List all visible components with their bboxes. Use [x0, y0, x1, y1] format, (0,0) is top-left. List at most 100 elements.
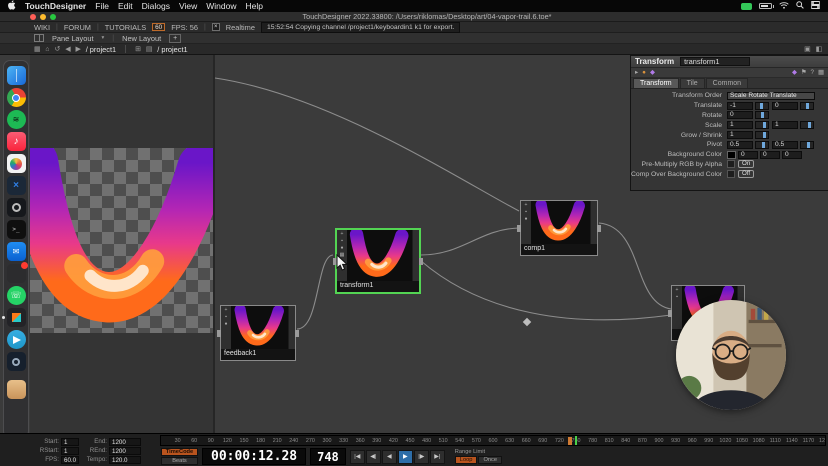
node-flag-rail[interactable]: + ▪ ●: [221, 306, 231, 349]
pivot-x-slider[interactable]: [755, 141, 769, 149]
dock-icon-music[interactable]: ♪: [7, 132, 26, 151]
play-reverse-button[interactable]: ◀: [382, 450, 397, 464]
menu-item-view[interactable]: View: [179, 1, 197, 11]
menu-item-window[interactable]: Window: [206, 1, 236, 11]
params-color-icon[interactable]: ●: [642, 69, 646, 77]
grow-shrink-slider[interactable]: [755, 131, 769, 139]
node-viewer-flag-icon[interactable]: +: [676, 287, 679, 293]
background-color-swatch[interactable]: [727, 151, 736, 159]
bg-r-field[interactable]: 0: [738, 151, 758, 159]
menu-app-name[interactable]: TouchDesigner: [25, 1, 86, 11]
node-feedback1[interactable]: + ▪ ● feedback1: [220, 305, 296, 361]
dock-icon-obs[interactable]: [7, 198, 26, 217]
loop-button[interactable]: Loop: [455, 456, 478, 464]
breadcrumb-path-left[interactable]: / project1: [86, 45, 116, 54]
forum-link[interactable]: FORUM: [64, 23, 91, 32]
pivot-x-field[interactable]: 0.5: [727, 141, 753, 149]
forward-icon[interactable]: ▶: [75, 45, 80, 54]
zoom-window-button[interactable]: [50, 14, 56, 20]
breadcrumb-path-right[interactable]: / project1: [157, 45, 187, 54]
maximize-pane-icon[interactable]: ▣: [804, 45, 810, 54]
node-viewer-flag-icon[interactable]: +: [341, 231, 344, 237]
jump-to-end-button[interactable]: ▶|: [430, 450, 445, 464]
dock-icon-calendar-badge[interactable]: [7, 264, 26, 283]
rotate-field[interactable]: 0: [727, 111, 753, 119]
chevron-down-icon[interactable]: ▾: [102, 35, 105, 41]
rstart-field[interactable]: 1: [61, 447, 79, 455]
params-language-icon[interactable]: ◆: [650, 69, 655, 77]
pivot-y-field[interactable]: 0.5: [772, 141, 798, 149]
pane-layout-dropdown[interactable]: Pane Layout: [52, 34, 94, 43]
timeline-ruler[interactable]: 3060901201501802102402703003303603904204…: [160, 435, 826, 446]
node-render-flag-icon[interactable]: ●: [224, 321, 227, 327]
jump-to-start-button[interactable]: |◀: [350, 450, 365, 464]
node-label[interactable]: comp1: [521, 244, 597, 255]
scale-y-slider[interactable]: [800, 121, 814, 129]
dock-icon-mail[interactable]: ✉: [7, 242, 26, 261]
start-field[interactable]: 1: [61, 438, 79, 446]
layout-grid-icon[interactable]: [34, 34, 44, 42]
once-button[interactable]: Once: [478, 456, 502, 464]
operator-name-field[interactable]: transform1: [680, 57, 750, 66]
fps-field[interactable]: 60.0: [61, 456, 79, 464]
menu-item-help[interactable]: Help: [245, 1, 262, 11]
dock-icon-photos[interactable]: [7, 154, 26, 173]
params-info-icon[interactable]: ▸: [635, 69, 638, 77]
translate-y-field[interactable]: 0: [772, 102, 798, 110]
step-forward-button[interactable]: |▶: [414, 450, 429, 464]
grow-shrink-field[interactable]: 1: [727, 131, 753, 139]
node-viewer-flag-icon[interactable]: +: [525, 202, 528, 208]
tempo-field[interactable]: 120.0: [109, 456, 141, 464]
node-label[interactable]: feedback1: [221, 349, 295, 360]
node-comp1[interactable]: + ▪ ● comp1: [520, 200, 598, 256]
step-back-button[interactable]: ◀|: [366, 450, 381, 464]
dock-icon-downloads[interactable]: [7, 380, 26, 399]
add-layout-button[interactable]: +: [169, 34, 181, 43]
node-render-flag-icon[interactable]: ●: [340, 245, 343, 251]
dock-icon-chrome[interactable]: [7, 88, 26, 107]
dock-icon-finder[interactable]: [7, 66, 26, 85]
comp-over-toggle[interactable]: [727, 170, 735, 178]
pivot-y-slider[interactable]: [800, 141, 814, 149]
bg-b-field[interactable]: 0: [782, 151, 802, 159]
spotlight-icon[interactable]: [796, 1, 804, 11]
end-field[interactable]: 1200: [109, 438, 141, 446]
playhead-flag[interactable]: [568, 437, 572, 446]
dock-icon-whatsapp[interactable]: ☏: [7, 286, 26, 305]
node-viewer-flag-icon[interactable]: +: [225, 307, 228, 313]
dock-icon-telegram[interactable]: [7, 330, 26, 349]
refresh-icon[interactable]: ↺: [55, 45, 61, 54]
node-flag-rail[interactable]: + ▪: [672, 286, 682, 329]
frame-display[interactable]: 748: [310, 448, 346, 465]
tab-common[interactable]: Common: [706, 78, 748, 88]
menu-item-edit[interactable]: Edit: [118, 1, 133, 11]
transform-order-menu[interactable]: Scale Rotate Translate: [727, 92, 815, 100]
close-window-button[interactable]: [30, 14, 36, 20]
battery-icon[interactable]: [759, 3, 772, 9]
node-display-flag-icon[interactable]: ▪: [525, 209, 527, 215]
translate-y-slider[interactable]: [800, 102, 814, 110]
tab-tile[interactable]: Tile: [680, 78, 705, 88]
translate-x-slider[interactable]: [755, 102, 769, 110]
split-pane-icon[interactable]: ⊞: [135, 45, 141, 54]
menu-item-dialogs[interactable]: Dialogs: [142, 1, 170, 11]
bg-g-field[interactable]: 0: [760, 151, 780, 159]
params-grid-icon[interactable]: ▦: [818, 69, 824, 77]
scale-y-field[interactable]: 1: [772, 121, 798, 129]
timecode-mode-button[interactable]: TimeCode: [161, 448, 198, 456]
node-display-flag-icon[interactable]: ▪: [341, 238, 343, 244]
params-help-icon[interactable]: ?: [811, 69, 815, 77]
control-center-icon[interactable]: [811, 1, 820, 11]
rend-field[interactable]: 1200: [109, 447, 141, 455]
dock-icon-vscode[interactable]: ×: [7, 176, 26, 195]
dock-icon-spotify[interactable]: ≋: [7, 110, 26, 129]
dock-icon-terminal[interactable]: >_: [7, 220, 26, 239]
wiki-link[interactable]: WIKI: [34, 23, 50, 32]
node-render-flag-icon[interactable]: ●: [524, 216, 527, 222]
pane-type-icon[interactable]: ▦: [34, 45, 40, 54]
dock-icon-touchdesigner[interactable]: [7, 308, 26, 327]
params-expression-icon[interactable]: ◆: [792, 69, 797, 77]
back-icon[interactable]: ◀: [65, 45, 70, 54]
node-display-flag-icon[interactable]: ▪: [225, 314, 227, 320]
new-layout-button[interactable]: New Layout: [122, 34, 161, 43]
